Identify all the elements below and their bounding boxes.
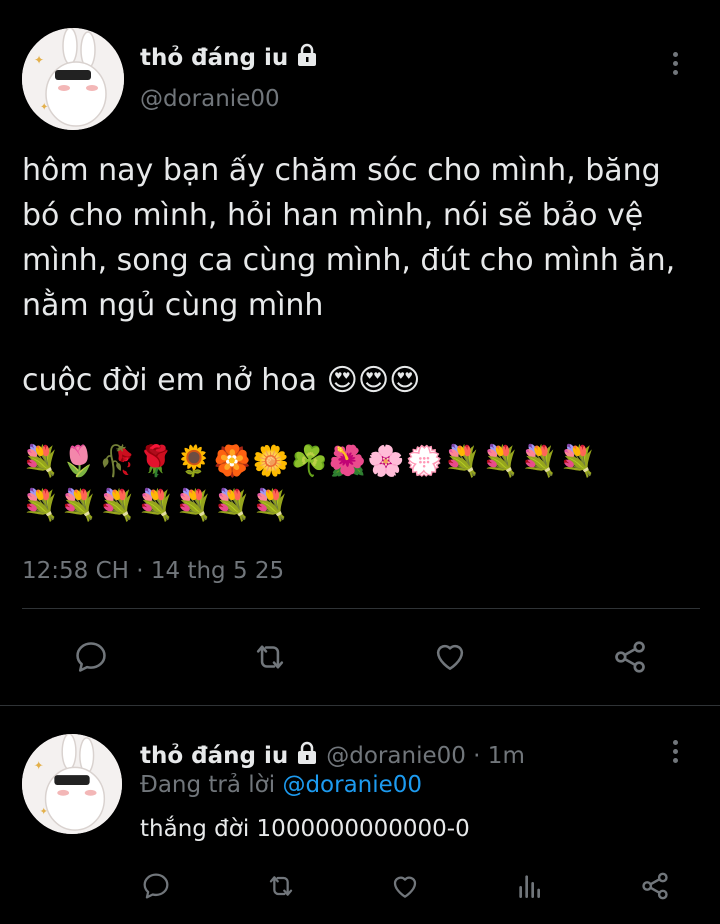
emoji-row: 💐🌷🥀🌹🌻🏵️🌼☘️🌺🌸💮💐💐💐💐 xyxy=(22,444,598,479)
section-divider xyxy=(0,705,720,706)
reply-author-name-text[interactable]: thỏ đáng iu xyxy=(140,743,288,769)
author-handle[interactable]: @doranie00 xyxy=(140,86,280,112)
tweet-text-line: mình, song ca cùng mình, đút cho mình ăn… xyxy=(22,243,676,278)
bunny-avatar-icon: ✦ ✦ xyxy=(22,28,124,130)
like-icon xyxy=(393,876,417,898)
svg-text:✦: ✦ xyxy=(34,758,44,772)
author-name[interactable]: thỏ đáng iu xyxy=(140,42,320,74)
reply-icon xyxy=(143,873,169,899)
reply-button[interactable] xyxy=(72,638,110,676)
tweet-text-line: hôm nay bạn ấy chăm sóc cho mình, băng xyxy=(22,153,661,188)
like-button[interactable] xyxy=(388,870,422,902)
tweet-text-line: cuộc đời em nở hoa 😍😍😍 xyxy=(22,363,421,398)
avatar[interactable]: ✦ ✦ xyxy=(22,28,124,130)
analytics-button[interactable] xyxy=(514,870,546,902)
reply-text: thắng đời 1000000000000-0 xyxy=(140,816,470,842)
lock-icon xyxy=(294,740,320,772)
svg-text:✦: ✦ xyxy=(40,102,48,113)
divider xyxy=(22,608,700,609)
replying-to-prefix: Đang trả lời xyxy=(140,772,283,798)
replying-to-line: Đang trả lời @doranie00 xyxy=(140,772,422,798)
tweet-text-line: bó cho mình, hỏi han mình, nói sẽ bảo vệ xyxy=(22,198,644,233)
like-icon xyxy=(436,644,464,670)
emoji-row: 💐💐💐💐💐💐💐 xyxy=(22,488,291,523)
more-options-icon[interactable] xyxy=(673,740,678,763)
reply-handle-time[interactable]: @doranie00 · 1m xyxy=(326,743,525,769)
lock-icon xyxy=(294,42,320,74)
share-icon xyxy=(642,872,668,900)
retweet-button[interactable] xyxy=(250,638,290,676)
svg-text:✦: ✦ xyxy=(40,806,48,817)
tweet-text: hôm nay bạn ấy chăm sóc cho mình, băng b… xyxy=(22,148,712,328)
bunny-avatar-icon: ✦ ✦ xyxy=(22,734,122,834)
tweet-timestamp[interactable]: 12:58 CH · 14 thg 5 25 xyxy=(22,558,284,584)
more-options-icon[interactable] xyxy=(673,52,678,75)
reply-icon xyxy=(76,642,106,672)
share-button[interactable] xyxy=(638,869,672,903)
share-icon xyxy=(615,641,645,673)
avatar[interactable]: ✦ ✦ xyxy=(22,734,122,834)
replying-to-link[interactable]: @doranie00 xyxy=(282,772,422,798)
author-name-text[interactable]: thỏ đáng iu xyxy=(140,45,288,71)
retweet-button[interactable] xyxy=(264,870,298,902)
share-button[interactable] xyxy=(610,637,650,677)
retweet-icon xyxy=(269,876,293,896)
tweet-text-line: nằm ngủ cùng mình xyxy=(22,288,324,323)
svg-text:✦: ✦ xyxy=(34,53,44,67)
reply-button[interactable] xyxy=(140,870,172,902)
reply-author-name[interactable]: thỏ đáng iu @doranie00 · 1m xyxy=(140,740,525,772)
analytics-icon xyxy=(519,875,540,898)
like-button[interactable] xyxy=(430,637,470,675)
retweet-icon xyxy=(256,645,284,669)
